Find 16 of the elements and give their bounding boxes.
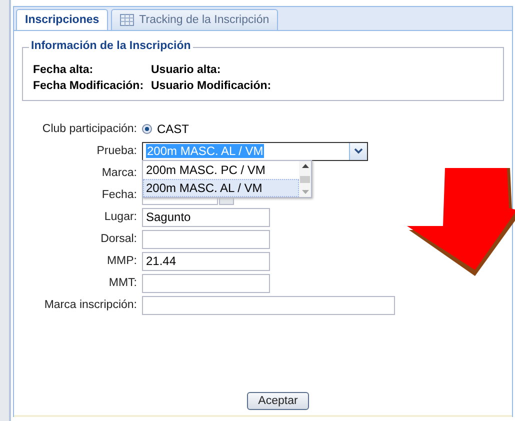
field-label: MMT: <box>108 277 137 289</box>
info-label: Fecha alta: <box>33 64 94 76</box>
info-label: Fecha Modificación: <box>33 80 145 92</box>
field-label: Fecha: <box>100 189 137 201</box>
field-label: Club participación: <box>41 123 137 135</box>
field-label: MMP: <box>106 255 137 267</box>
fieldset-legend: Información de la Inscripción <box>29 40 193 52</box>
radio-label: CAST <box>157 122 190 136</box>
info-label: Usuario Modificación: <box>151 80 272 92</box>
field-label: Marca inscripción: <box>43 299 137 311</box>
field-label: Marca: <box>100 167 137 179</box>
field-label: Dorsal: <box>100 233 137 245</box>
info-label: Usuario alta: <box>151 64 222 76</box>
field-label: Prueba: <box>96 145 137 157</box>
dropdown-value: 200m MASC. AL / VM <box>146 144 264 158</box>
field-label: Lugar: <box>103 211 137 223</box>
